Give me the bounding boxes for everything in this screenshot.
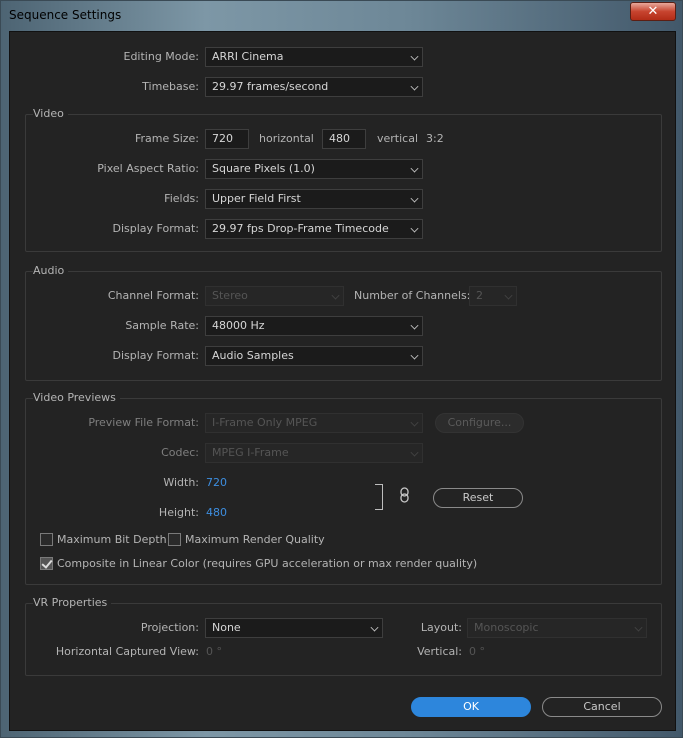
chevron-down-icon: [331, 291, 340, 300]
title-bar[interactable]: Sequence Settings ✕: [1, 1, 683, 31]
pixel-aspect-label: Pixel Aspect Ratio:: [97, 162, 199, 175]
chevron-down-icon: [410, 52, 419, 61]
audio-display-format-select[interactable]: Audio Samples: [205, 346, 423, 366]
chevron-down-icon: [370, 623, 379, 632]
link-bracket: [375, 484, 383, 510]
max-bit-depth-checkbox[interactable]: [40, 533, 53, 546]
vr-properties-title: VR Properties: [33, 596, 112, 609]
window-title: Sequence Settings: [9, 8, 122, 22]
preview-file-format-label: Preview File Format:: [88, 416, 199, 429]
preview-file-format-select[interactable]: I-Frame Only MPEG: [205, 413, 423, 433]
channel-format-select[interactable]: Stereo: [205, 286, 344, 306]
link-icon[interactable]: [400, 487, 409, 506]
max-bit-depth-label: Maximum Bit Depth: [57, 533, 167, 546]
horizontal-label: horizontal: [259, 132, 314, 145]
audio-display-format-value: Audio Samples: [212, 349, 294, 362]
layout-label: Layout:: [420, 621, 462, 634]
vr-properties-group: [25, 603, 662, 676]
chevron-down-icon: [634, 623, 643, 632]
sample-rate-label: Sample Rate:: [125, 319, 199, 332]
window-frame: Sequence Settings ✕ Editing Mode: ARRI C…: [0, 0, 683, 738]
audio-group-title: Audio: [33, 264, 69, 277]
sample-rate-value: 48000 Hz: [212, 319, 265, 332]
preview-width-value[interactable]: 720: [206, 476, 227, 489]
fields-select[interactable]: Upper Field First: [205, 189, 423, 209]
preview-height-value[interactable]: 480: [206, 506, 227, 519]
horizontal-view-value[interactable]: 0 °: [206, 645, 222, 658]
vertical-view-value[interactable]: 0 °: [469, 645, 485, 658]
codec-label: Codec:: [161, 446, 199, 459]
video-previews-title: Video Previews: [33, 391, 120, 404]
codec-value: MPEG I-Frame: [212, 446, 289, 459]
layout-select[interactable]: Monoscopic: [467, 618, 647, 638]
pixel-aspect-value: Square Pixels (1.0): [212, 162, 315, 175]
sample-rate-select[interactable]: 48000 Hz: [205, 316, 423, 336]
num-channels-value: 2: [476, 289, 483, 302]
codec-select[interactable]: MPEG I-Frame: [205, 443, 423, 463]
pixel-aspect-select[interactable]: Square Pixels (1.0): [205, 159, 423, 179]
video-display-format-label: Display Format:: [112, 222, 199, 235]
projection-select[interactable]: None: [205, 618, 383, 638]
max-render-quality-label: Maximum Render Quality: [185, 533, 325, 546]
audio-display-format-label: Display Format:: [112, 349, 199, 362]
horizontal-view-label: Horizontal Captured View:: [55, 645, 199, 658]
timebase-value: 29.97 frames/second: [212, 80, 329, 93]
chevron-down-icon: [410, 321, 419, 330]
close-icon: ✕: [647, 4, 659, 19]
ok-button[interactable]: OK: [411, 697, 531, 717]
vertical-view-label: Vertical:: [417, 645, 462, 658]
video-display-format-value: 29.97 fps Drop-Frame Timecode: [212, 222, 389, 235]
frame-height-input[interactable]: 480: [322, 129, 366, 149]
preview-height-label: Height:: [158, 506, 199, 519]
linear-color-label: Composite in Linear Color (requires GPU …: [57, 557, 478, 570]
editing-mode-label: Editing Mode:: [123, 50, 200, 63]
chevron-down-icon: [410, 351, 419, 360]
max-render-quality-checkbox[interactable]: [168, 533, 181, 546]
chevron-down-icon: [410, 448, 419, 457]
projection-label: Projection:: [140, 621, 199, 634]
video-group-title: Video: [33, 107, 68, 120]
timebase-label: Timebase:: [142, 80, 199, 93]
chevron-down-icon: [410, 164, 419, 173]
reset-button[interactable]: Reset: [433, 488, 523, 508]
close-button[interactable]: ✕: [630, 2, 676, 21]
configure-button[interactable]: Configure...: [435, 413, 524, 433]
preview-width-label: Width:: [163, 476, 199, 489]
aspect-ratio-text: 3:2: [426, 132, 444, 145]
frame-size-label: Frame Size:: [134, 132, 199, 145]
dialog-body: Editing Mode: ARRI Cinema Timebase: 29.9…: [9, 31, 676, 731]
fields-value: Upper Field First: [212, 192, 301, 205]
editing-mode-select[interactable]: ARRI Cinema: [205, 47, 423, 67]
projection-value: None: [212, 621, 241, 634]
channel-format-label: Channel Format:: [107, 289, 199, 302]
num-channels-select[interactable]: 2: [469, 286, 517, 306]
chevron-down-icon: [410, 82, 419, 91]
chevron-down-icon: [504, 291, 513, 300]
channel-format-value: Stereo: [212, 289, 248, 302]
chevron-down-icon: [410, 224, 419, 233]
layout-value: Monoscopic: [474, 621, 539, 634]
preview-file-format-value: I-Frame Only MPEG: [212, 416, 318, 429]
vertical-label: vertical: [377, 132, 419, 145]
fields-label: Fields:: [164, 192, 199, 205]
num-channels-label: Number of Channels:: [354, 289, 471, 302]
frame-width-input[interactable]: 720: [205, 129, 249, 149]
chevron-down-icon: [410, 418, 419, 427]
editing-mode-value: ARRI Cinema: [212, 50, 284, 63]
cancel-button[interactable]: Cancel: [542, 697, 662, 717]
linear-color-checkbox[interactable]: [40, 557, 53, 570]
timebase-select[interactable]: 29.97 frames/second: [205, 77, 423, 97]
chevron-down-icon: [410, 194, 419, 203]
video-display-format-select[interactable]: 29.97 fps Drop-Frame Timecode: [205, 219, 423, 239]
